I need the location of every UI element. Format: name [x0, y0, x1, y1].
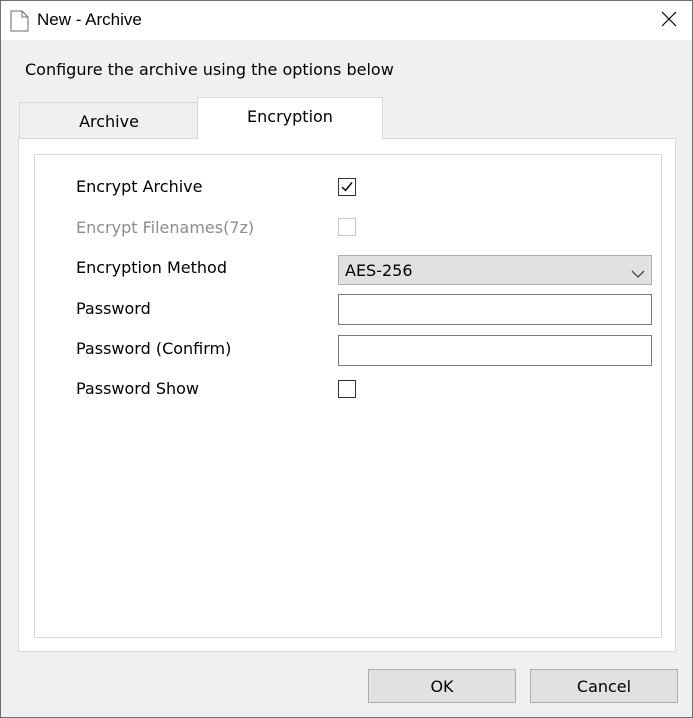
tab-encryption[interactable]: Encryption — [197, 97, 383, 139]
encryption-tab-panel: Encrypt Archive Encrypt Filenames(7z) En… — [18, 138, 676, 652]
checkmark-icon — [341, 182, 353, 192]
ok-button[interactable]: OK — [368, 669, 516, 703]
instructions-text: Configure the archive using the options … — [25, 60, 394, 79]
password-confirm-label: Password (Confirm) — [76, 339, 232, 358]
encryption-method-select[interactable]: AES-256 — [338, 255, 652, 285]
cancel-button[interactable]: Cancel — [530, 669, 678, 703]
password-input[interactable] — [338, 294, 652, 325]
tab-encryption-label: Encryption — [247, 107, 333, 126]
tab-archive-label: Archive — [79, 111, 139, 131]
chevron-down-icon — [631, 264, 645, 283]
close-icon — [661, 11, 677, 31]
encryption-options-group: Encrypt Archive Encrypt Filenames(7z) En… — [34, 154, 662, 638]
encrypt-filenames-checkbox — [338, 218, 356, 236]
tab-archive[interactable]: Archive — [19, 102, 199, 139]
encrypt-filenames-label: Encrypt Filenames(7z) — [76, 218, 255, 237]
encrypt-archive-label: Encrypt Archive — [76, 177, 203, 196]
window-title: New - Archive — [37, 10, 142, 29]
title-bar[interactable]: New - Archive — [1, 1, 692, 40]
password-show-checkbox[interactable] — [338, 380, 356, 398]
close-button[interactable] — [646, 1, 692, 40]
password-confirm-input[interactable] — [338, 335, 652, 366]
password-label: Password — [76, 299, 151, 318]
encryption-method-value: AES-256 — [345, 261, 413, 280]
encrypt-archive-checkbox[interactable] — [338, 178, 356, 196]
document-icon — [10, 10, 29, 32]
password-show-label: Password Show — [76, 379, 199, 398]
dialog-window: New - Archive Configure the archive usin… — [0, 0, 693, 718]
encryption-method-label: Encryption Method — [76, 258, 227, 277]
